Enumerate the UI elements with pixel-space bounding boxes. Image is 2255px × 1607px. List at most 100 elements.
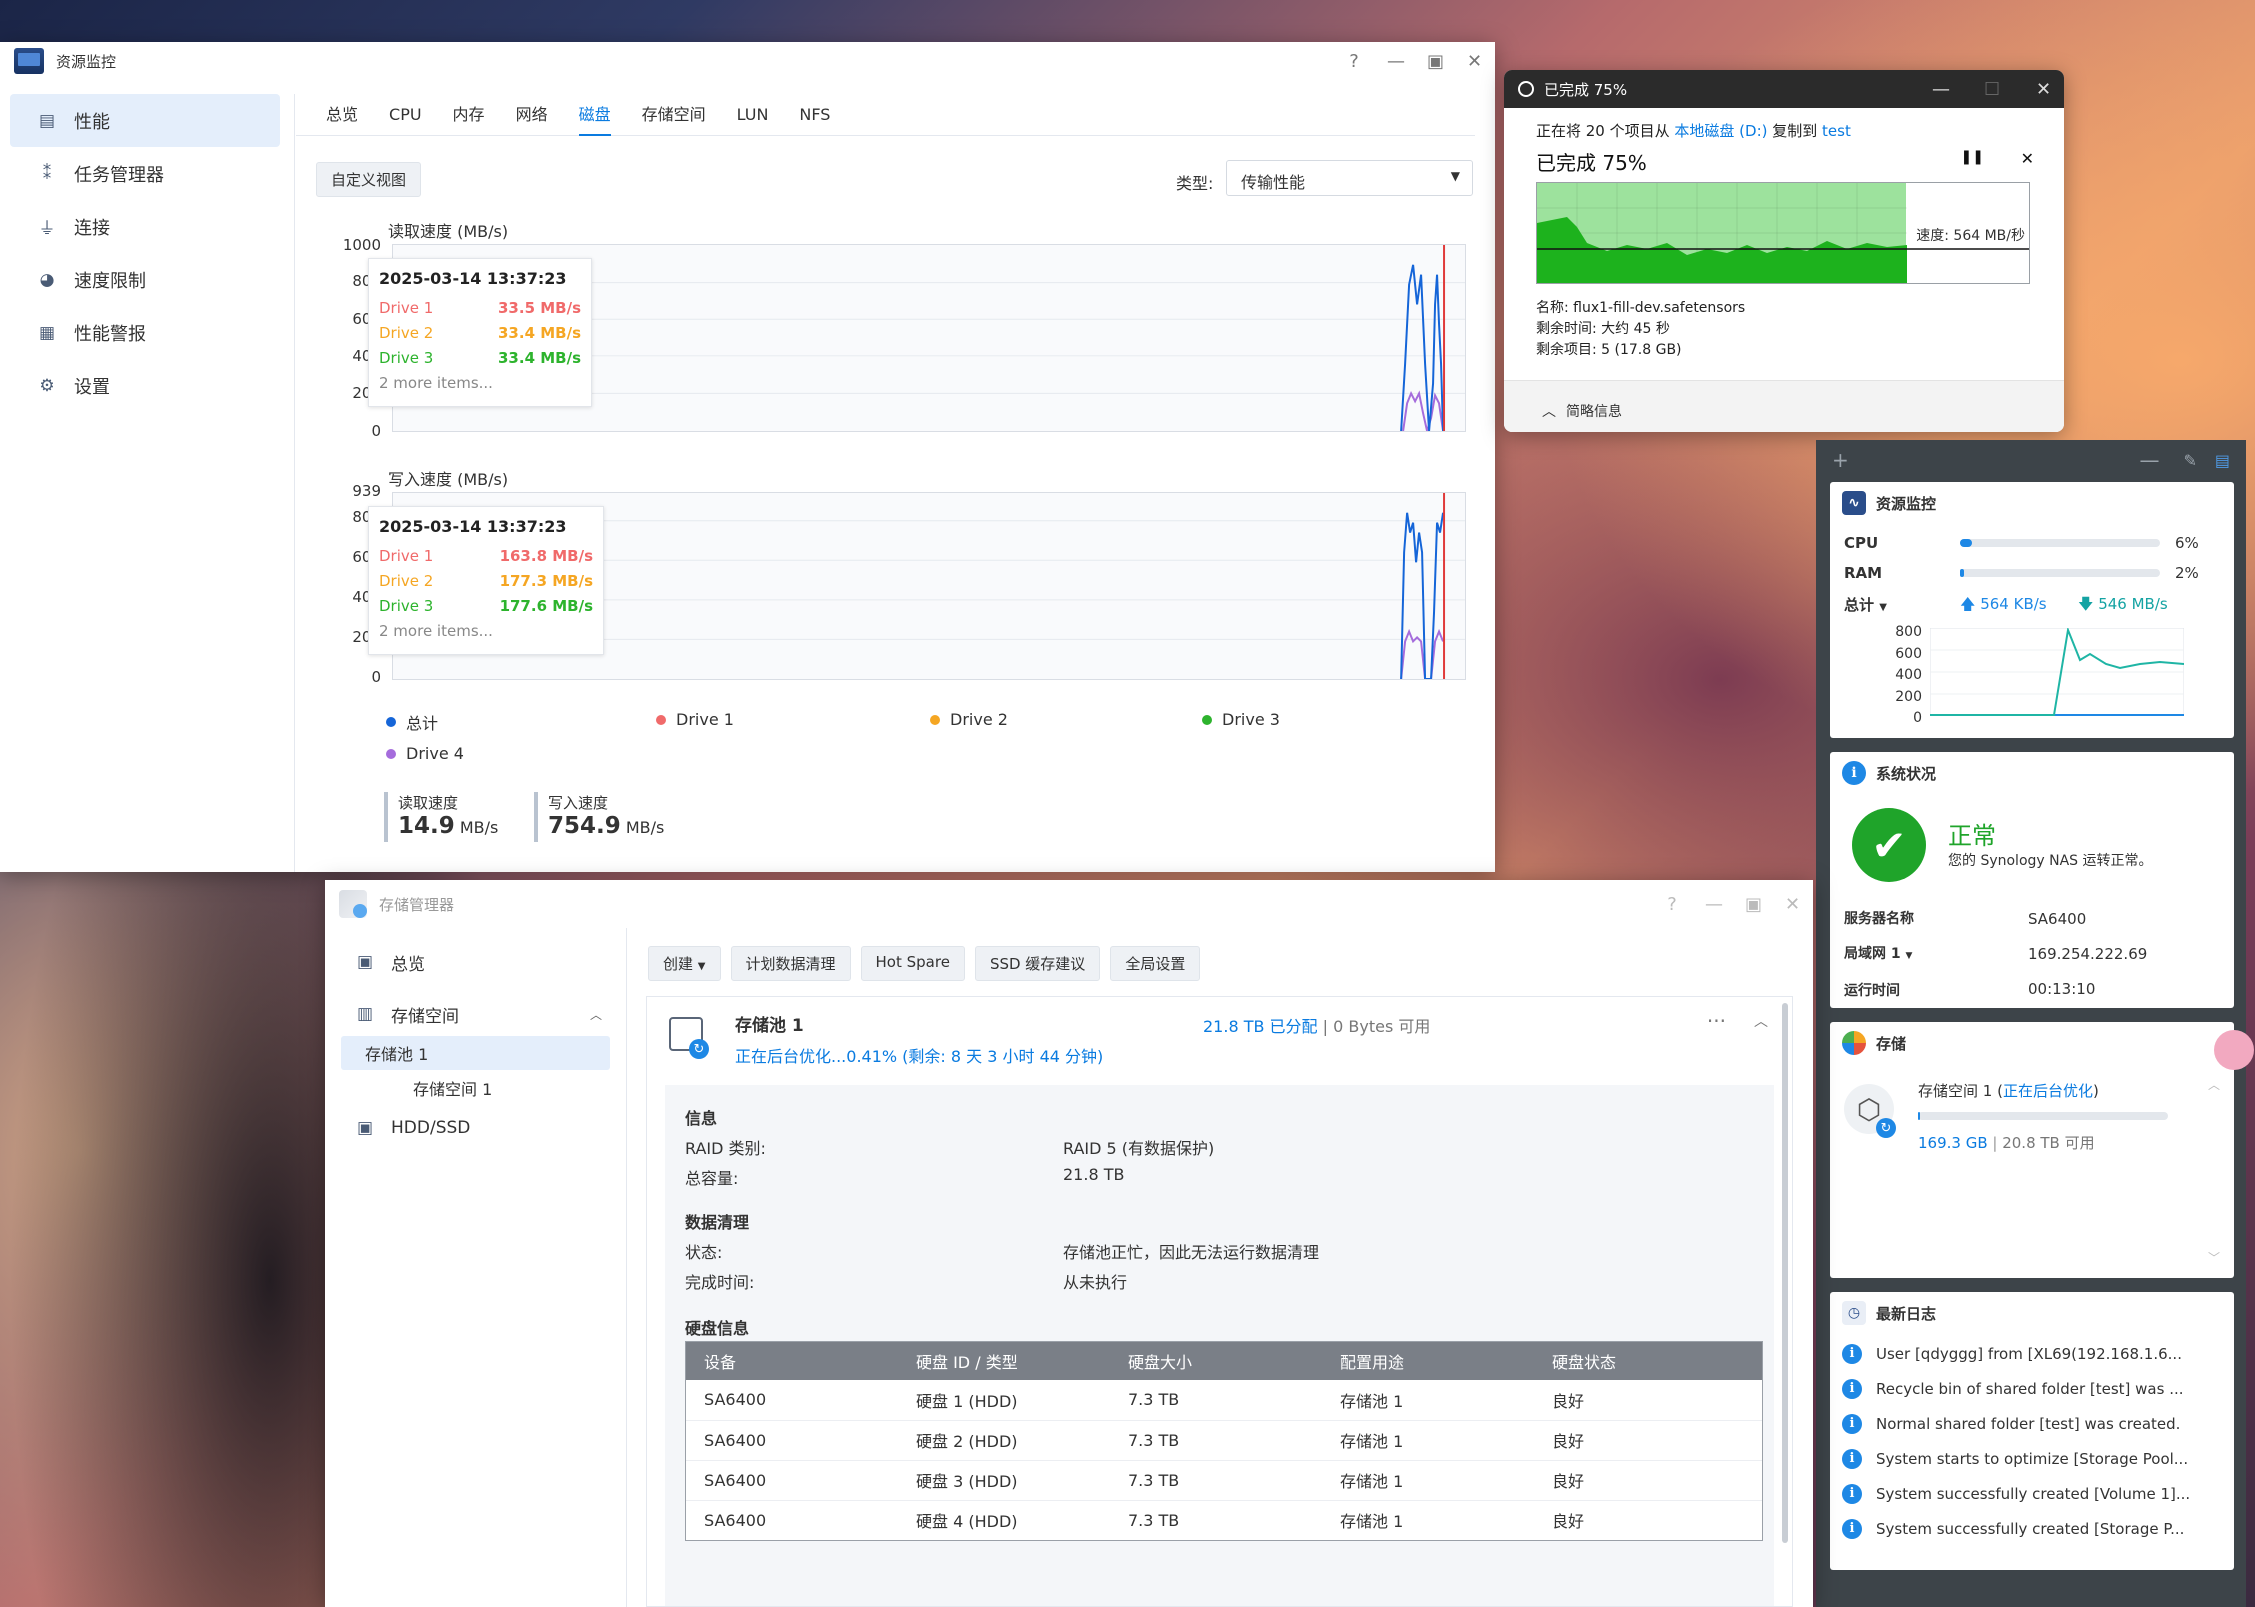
legend-item-drive-4[interactable]: Drive 4 bbox=[386, 744, 464, 763]
tooltip-row: Drive 2 33.4 MB/s bbox=[379, 321, 581, 346]
log-item[interactable]: i Recycle bin of shared folder [test] was… bbox=[1830, 1371, 2234, 1406]
sidebar-item-performance[interactable]: ▤ 性能 bbox=[10, 94, 280, 147]
volume-title-close: ) bbox=[2092, 1082, 2099, 1100]
hot-spare-button[interactable]: Hot Spare bbox=[860, 946, 965, 981]
column-header[interactable]: 硬盘状态 bbox=[1534, 1342, 1762, 1380]
collapse-icon[interactable]: ︿ bbox=[1754, 1011, 1768, 1031]
disk-table-wrap: 设备 硬盘 ID / 类型 硬盘大小 配置用途 硬盘状态 SA6400 硬盘 1 … bbox=[685, 1341, 1763, 1541]
column-header[interactable]: 硬盘大小 bbox=[1110, 1342, 1322, 1380]
minimize-icon[interactable]: — bbox=[2139, 448, 2159, 472]
volume-status-link[interactable]: 正在后台优化 bbox=[2003, 1082, 2093, 1100]
tab-disk[interactable]: 磁盘 bbox=[578, 94, 611, 136]
log-item[interactable]: i Normal shared folder [test] was created… bbox=[1830, 1406, 2234, 1441]
tab-lun[interactable]: LUN bbox=[737, 94, 769, 136]
sidebar-item-task-manager[interactable]: ⁑ 任务管理器 bbox=[10, 147, 280, 200]
column-header[interactable]: 设备 bbox=[686, 1342, 898, 1380]
schedule-scrub-button[interactable]: 计划数据清理 bbox=[730, 946, 851, 981]
table-row[interactable]: SA6400 硬盘 3 (HDD) 7.3 TB 存储池 1 良好 bbox=[686, 1460, 1762, 1501]
total-dropdown[interactable]: 总计 ▼ bbox=[1844, 594, 1887, 615]
sidebar-item-label: HDD/SSD bbox=[391, 1118, 471, 1138]
close-icon[interactable]: ✕ bbox=[2036, 79, 2051, 100]
sidebar-item-label: 任务管理器 bbox=[74, 164, 164, 186]
source-link[interactable]: 本地磁盘 (D:) bbox=[1674, 122, 1767, 140]
log-item[interactable]: i System starts to optimize [Storage Pool… bbox=[1830, 1441, 2234, 1476]
sidebar-item-overview[interactable]: ▣ 总览 bbox=[325, 940, 626, 984]
tab-memory[interactable]: 内存 bbox=[453, 94, 485, 136]
legend-label: Drive 4 bbox=[406, 744, 464, 763]
scrollbar[interactable] bbox=[1782, 1003, 1788, 1543]
close-icon[interactable]: ✕ bbox=[1785, 894, 1800, 915]
copy-heading: 已完成 75% ❚❚ ✕ bbox=[1504, 141, 2064, 176]
column-header[interactable]: 硬盘 ID / 类型 bbox=[898, 1342, 1110, 1380]
info-section-title: 信息 bbox=[685, 1109, 718, 1128]
minimize-icon[interactable]: — bbox=[1387, 51, 1405, 72]
sidebar-item-hdd-ssd[interactable]: ▣ HDD/SSD bbox=[325, 1106, 626, 1150]
minimize-icon[interactable]: — bbox=[1705, 894, 1723, 915]
sidebar-item-volume-1[interactable]: 存储空间 1 bbox=[325, 1070, 626, 1106]
sidebar-item-pool-1[interactable]: 存储池 1 bbox=[341, 1036, 610, 1070]
maximize-icon[interactable]: ▣ bbox=[1745, 894, 1762, 915]
chevron-down-icon: ▼ bbox=[1450, 169, 1460, 183]
raid-value: RAID 5 (有数据保护) bbox=[1063, 1139, 1215, 1158]
pool-name: 存储池 1 bbox=[735, 1016, 804, 1036]
sidebar-item-settings[interactable]: ⚙ 设置 bbox=[10, 359, 280, 412]
table-row[interactable]: SA6400 硬盘 1 (HDD) 7.3 TB 存储池 1 良好 bbox=[686, 1380, 1762, 1421]
create-button[interactable]: 创建 ▼ bbox=[648, 946, 721, 981]
cell-device: SA6400 bbox=[704, 1510, 767, 1530]
legend-item-drive-3[interactable]: Drive 3 bbox=[1202, 710, 1280, 729]
pool-card: ↻ 存储池 1 正在后台优化...0.41% (剩余: 8 天 3 小时 44 … bbox=[646, 996, 1793, 1607]
server-name-value: SA6400 bbox=[2028, 910, 2087, 928]
sidebar-item-storage[interactable]: ▥ 存储空间 ︿ bbox=[325, 992, 626, 1036]
tab-nfs[interactable]: NFS bbox=[799, 94, 830, 136]
column-header[interactable]: 配置用途 bbox=[1322, 1342, 1534, 1380]
legend-dot bbox=[656, 714, 666, 725]
sidebar-item-label: 存储空间 bbox=[391, 1006, 459, 1027]
panel-icon[interactable]: ▤ bbox=[2215, 451, 2230, 470]
sidebar-item-alerts[interactable]: ▦ 性能警报 bbox=[10, 306, 280, 359]
transfer-graph: 速度: 564 MB/秒 bbox=[1536, 182, 2030, 284]
lan-dropdown[interactable]: 局域网 1 ▼ bbox=[1844, 937, 1914, 974]
close-icon[interactable]: ✕ bbox=[1467, 51, 1482, 72]
more-options-icon[interactable]: ··· bbox=[1707, 1009, 1726, 1033]
sidebar-item-connection[interactable]: ⏚ 连接 bbox=[10, 200, 280, 253]
cell-usage: 存储池 1 bbox=[1322, 1460, 1534, 1501]
log-item[interactable]: i User [qdyggg] from [XL69(192.168.1.6... bbox=[1830, 1336, 2234, 1371]
add-widget-icon[interactable]: + bbox=[1832, 448, 1849, 472]
sidebar-item-label: 速度限制 bbox=[74, 270, 146, 292]
scroll-up-icon[interactable]: ︿ bbox=[2208, 1076, 2220, 1093]
tab-storage[interactable]: 存储空间 bbox=[642, 94, 706, 136]
log-item[interactable]: i System successfully created [Volume 1].… bbox=[1830, 1476, 2234, 1511]
global-settings-button[interactable]: 全局设置 bbox=[1110, 946, 1201, 981]
floating-assistant-bubble[interactable] bbox=[2214, 1030, 2254, 1070]
legend-item-total[interactable]: 总计 bbox=[386, 710, 438, 734]
pause-icon[interactable]: ❚❚ bbox=[1961, 149, 1984, 165]
table-row[interactable]: SA6400 硬盘 2 (HDD) 7.3 TB 存储池 1 良好 bbox=[686, 1420, 1762, 1461]
destination-link[interactable]: test bbox=[1822, 122, 1851, 140]
ssd-cache-advice-button[interactable]: SSD 缓存建议 bbox=[974, 946, 1101, 981]
info-icon: i bbox=[1842, 1343, 1862, 1364]
custom-view-button[interactable]: 自定义视图 bbox=[316, 162, 422, 197]
type-select[interactable]: 传输性能 ▼ bbox=[1226, 160, 1473, 196]
legend-item-drive-1[interactable]: Drive 1 bbox=[656, 710, 734, 729]
log-item[interactable]: i System successfully created [Storage P.… bbox=[1830, 1511, 2234, 1546]
pin-icon[interactable]: ✎ bbox=[2183, 451, 2196, 470]
tab-network[interactable]: 网络 bbox=[516, 94, 548, 136]
file-name: 名称: flux1-fill-dev.safetensors bbox=[1536, 300, 1746, 316]
details-toggle[interactable]: ︿ 简略信息 bbox=[1504, 380, 2064, 432]
main-panel: 总览 CPU 内存 网络 磁盘 存储空间 LUN NFS 自定义视图 类型: 传… bbox=[296, 94, 1495, 872]
table-row[interactable]: SA6400 硬盘 4 (HDD) 7.3 TB 存储池 1 良好 bbox=[686, 1500, 1762, 1540]
sidebar-item-label: 存储池 1 bbox=[365, 1045, 429, 1064]
tab-cpu[interactable]: CPU bbox=[389, 94, 422, 136]
help-icon[interactable]: ? bbox=[1665, 894, 1679, 915]
maximize-icon[interactable]: ▣ bbox=[1427, 51, 1444, 72]
minimize-icon[interactable]: — bbox=[1932, 79, 1950, 100]
upload-value: 564 KB/s bbox=[1980, 595, 2047, 613]
sidebar-item-speed-limit[interactable]: ◕ 速度限制 bbox=[10, 253, 280, 306]
copy-details: 名称: flux1-fill-dev.safetensors 剩余时间: 大约 … bbox=[1536, 298, 1745, 361]
tab-overview[interactable]: 总览 bbox=[326, 94, 358, 136]
help-icon[interactable]: ? bbox=[1347, 51, 1361, 72]
scroll-down-icon[interactable]: ﹀ bbox=[2208, 1249, 2220, 1266]
legend-item-drive-2[interactable]: Drive 2 bbox=[930, 710, 1008, 729]
cancel-icon[interactable]: ✕ bbox=[2021, 149, 2034, 168]
y-tick: 600 bbox=[1895, 645, 1922, 662]
